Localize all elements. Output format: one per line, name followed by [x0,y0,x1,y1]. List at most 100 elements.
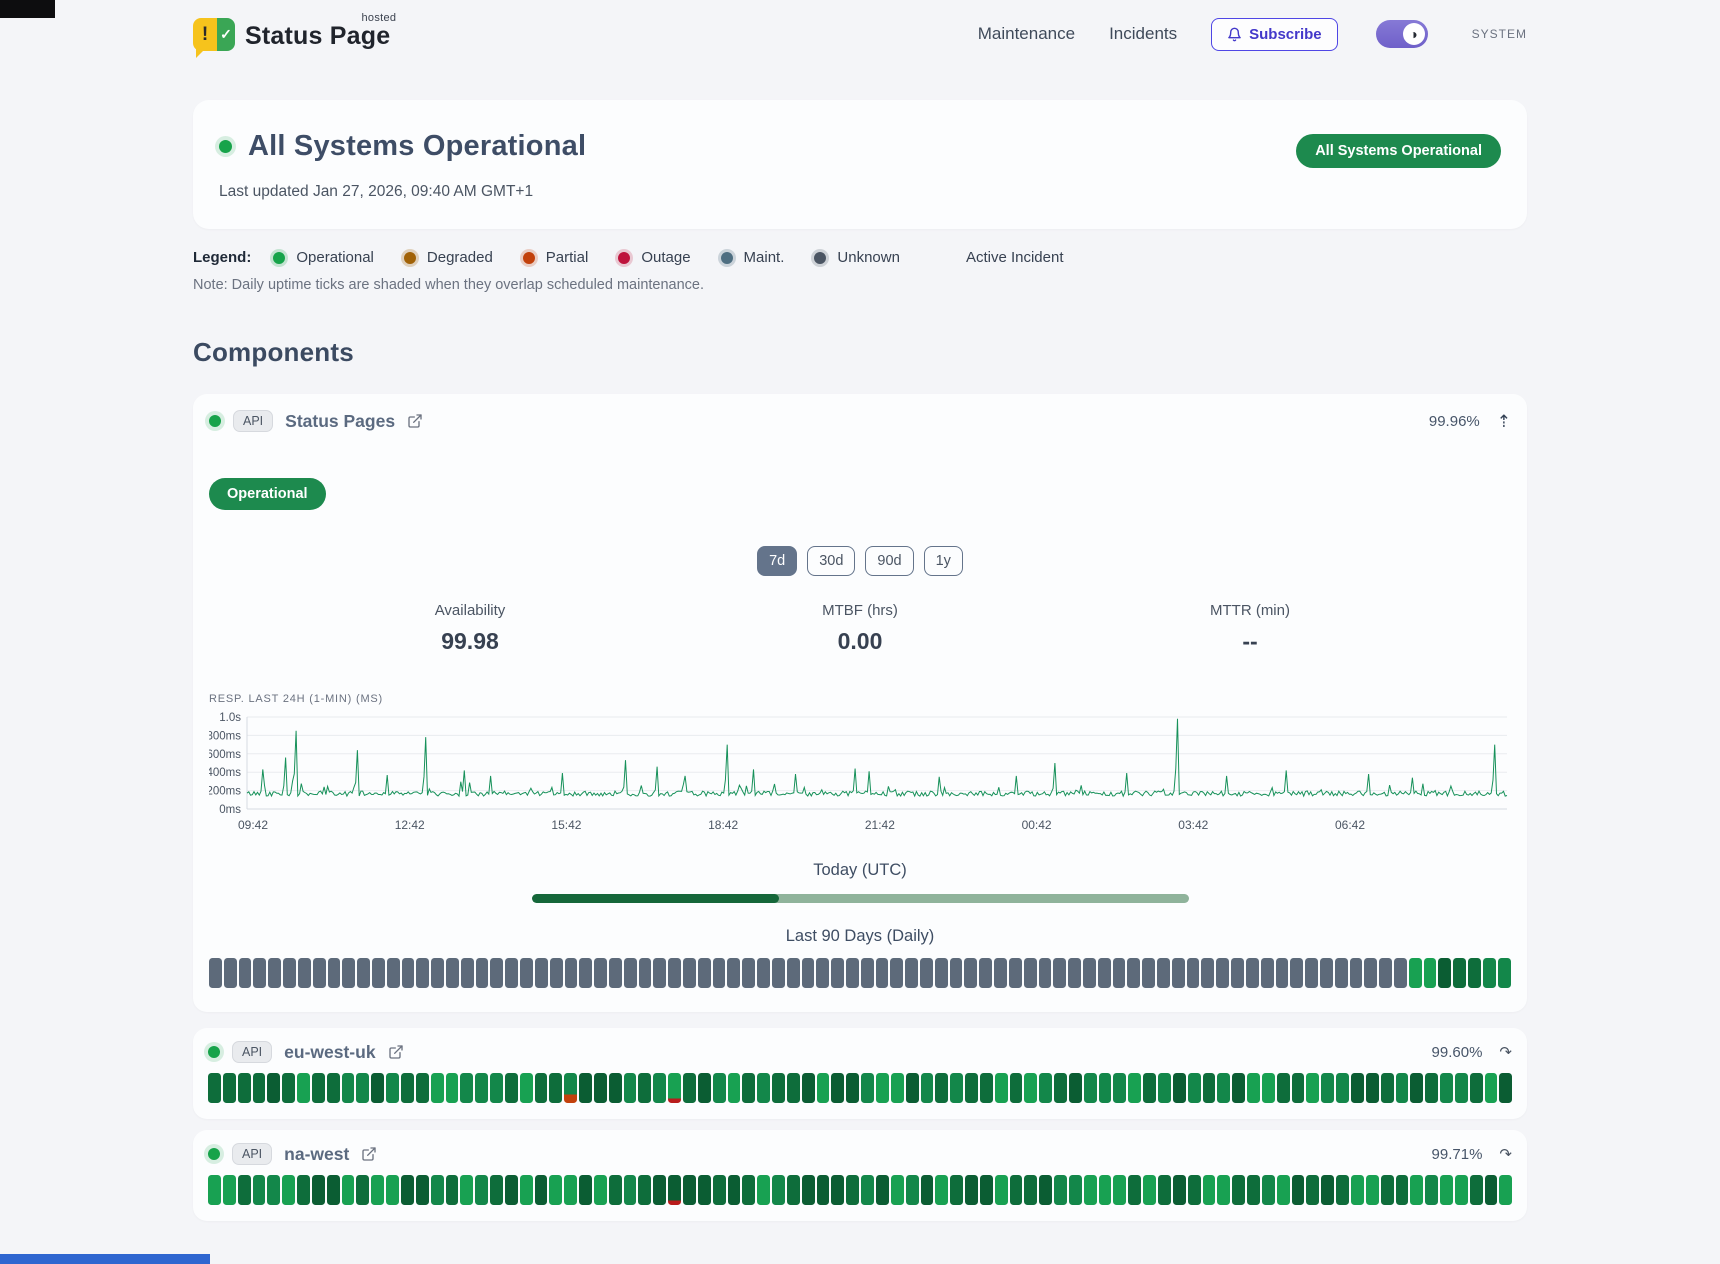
uptime-tick[interactable] [1068,958,1081,988]
logo[interactable]: ! ✓ Status Page hosted [193,14,390,54]
uptime-tick[interactable] [802,1175,815,1205]
uptime-tick[interactable] [831,1175,844,1205]
uptime-tick[interactable] [1173,1073,1186,1103]
uptime-tick[interactable] [1394,958,1407,988]
uptime-tick[interactable] [1203,1073,1216,1103]
uptime-tick[interactable] [1292,1073,1305,1103]
uptime-tick[interactable] [535,958,548,988]
uptime-tick[interactable] [1410,1073,1423,1103]
uptime-tick[interactable] [905,958,918,988]
uptime-tick[interactable] [890,958,903,988]
uptime-tick[interactable] [1438,958,1451,988]
uptime-tick[interactable] [772,1175,785,1205]
uptime-tick[interactable] [965,1073,978,1103]
uptime-tick[interactable] [1440,1175,1453,1205]
uptime-tick[interactable] [1143,1175,1156,1205]
uptime-tick[interactable] [505,1175,518,1205]
uptime-tick[interactable] [891,1073,904,1103]
uptime-tick[interactable] [490,1175,503,1205]
uptime-tick[interactable] [416,1073,429,1103]
uptime-tick[interactable] [372,958,385,988]
collapse-icon[interactable]: ⇡ [1497,413,1511,430]
uptime-tick[interactable] [1410,1175,1423,1205]
uptime-tick[interactable] [757,958,770,988]
external-link-icon[interactable] [361,1146,377,1162]
uptime-tick[interactable] [638,1073,651,1103]
uptime-tick[interactable] [371,1175,384,1205]
uptime-tick[interactable] [1262,1175,1275,1205]
uptime-tick[interactable] [1010,1175,1023,1205]
uptime-tick[interactable] [342,1175,355,1205]
subscribe-button[interactable]: Subscribe [1211,18,1338,51]
uptime-tick[interactable] [386,1073,399,1103]
uptime-tick[interactable] [208,1175,221,1205]
uptime-tick[interactable] [579,1175,592,1205]
uptime-tick[interactable] [831,1073,844,1103]
uptime-tick[interactable] [1188,1073,1201,1103]
uptime-tick[interactable] [653,1073,666,1103]
uptime-tick[interactable] [964,958,977,988]
uptime-tick[interactable] [297,1175,310,1205]
uptime-tick[interactable] [1425,1073,1438,1103]
uptime-tick[interactable] [550,958,563,988]
uptime-tick[interactable] [861,1073,874,1103]
uptime-tick[interactable] [357,958,370,988]
uptime-tick[interactable] [1335,958,1348,988]
uptime-tick[interactable] [979,958,992,988]
uptime-tick[interactable] [297,1073,310,1103]
uptime-tick[interactable] [460,1175,473,1205]
uptime-tick[interactable] [995,1073,1008,1103]
uptime-tick[interactable] [1173,1175,1186,1205]
uptime-tick[interactable] [327,1175,340,1205]
uptime-tick[interactable] [208,1073,221,1103]
uptime-tick[interactable] [713,1175,726,1205]
uptime-tick[interactable] [460,1073,473,1103]
range-button-7d[interactable]: 7d [757,546,797,576]
uptime-tick[interactable] [1409,958,1422,988]
uptime-tick[interactable] [282,1073,295,1103]
uptime-tick[interactable] [1127,958,1140,988]
uptime-tick[interactable] [1321,1175,1334,1205]
uptime-tick[interactable] [356,1073,369,1103]
uptime-tick[interactable] [1187,958,1200,988]
uptime-tick[interactable] [742,1073,755,1103]
uptime-tick[interactable] [461,958,474,988]
uptime-tick[interactable] [1099,1175,1112,1205]
uptime-tick[interactable] [817,1175,830,1205]
uptime-tick[interactable] [638,1175,651,1205]
uptime-tick[interactable] [1217,1073,1230,1103]
uptime-tick[interactable] [1305,958,1318,988]
uptime-tick[interactable] [787,1175,800,1205]
uptime-tick[interactable] [980,1175,993,1205]
uptime-tick[interactable] [490,958,503,988]
uptime-tick[interactable] [505,958,518,988]
uptime-tick[interactable] [742,958,755,988]
uptime-tick[interactable] [328,958,341,988]
uptime-tick[interactable] [802,1073,815,1103]
uptime-tick[interactable] [757,1073,770,1103]
uptime-tick[interactable] [1379,958,1392,988]
uptime-tick[interactable] [401,1073,414,1103]
uptime-tick[interactable] [505,1073,518,1103]
uptime-tick[interactable] [549,1175,562,1205]
uptime-tick[interactable] [1277,1175,1290,1205]
uptime-tick[interactable] [639,958,652,988]
uptime-tick[interactable] [980,1073,993,1103]
uptime-tick[interactable] [683,958,696,988]
uptime-tick[interactable] [1203,1175,1216,1205]
uptime-tick[interactable] [564,1073,577,1103]
uptime-tick[interactable] [401,1175,414,1205]
component-header[interactable]: API eu-west-uk 99.60% ↷ [208,1041,1512,1063]
uptime-tick[interactable] [1366,1175,1379,1205]
uptime-tick[interactable] [1453,958,1466,988]
uptime-tick[interactable] [431,1175,444,1205]
uptime-tick[interactable] [1336,1073,1349,1103]
uptime-tick[interactable] [1083,958,1096,988]
uptime-tick[interactable] [935,958,948,988]
uptime-tick[interactable] [239,958,252,988]
uptime-tick[interactable] [965,1175,978,1205]
uptime-tick[interactable] [1246,958,1259,988]
uptime-tick[interactable] [1039,1073,1052,1103]
uptime-tick[interactable] [594,1073,607,1103]
uptime-tick[interactable] [535,1073,548,1103]
